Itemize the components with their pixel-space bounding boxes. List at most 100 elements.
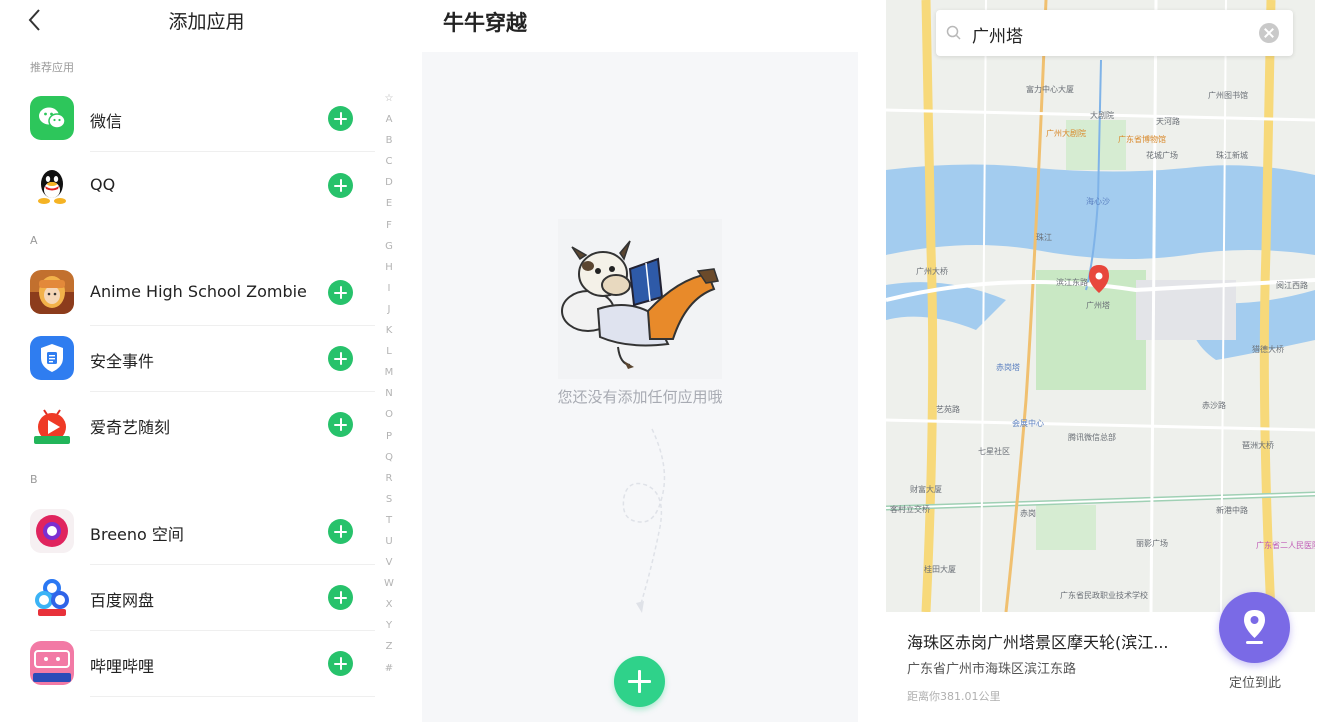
list-item-iqiyi-suike[interactable]: 爱奇艺随刻 bbox=[30, 392, 360, 458]
map-label: 赤岗塔 bbox=[996, 363, 1020, 372]
add-button[interactable] bbox=[328, 651, 353, 676]
bilibili-icon bbox=[30, 641, 74, 685]
map-label: 丽影广场 bbox=[1136, 539, 1168, 548]
index-letter[interactable]: P bbox=[380, 426, 398, 447]
decorative-swirl-line bbox=[622, 428, 666, 613]
app-name: Breeno 空间 bbox=[90, 525, 184, 544]
app-name: Anime High School Zombie bbox=[90, 282, 307, 301]
app-name: 安全事件 bbox=[90, 352, 155, 371]
list-item-baidu-netdisk[interactable]: 百度网盘 bbox=[30, 565, 375, 631]
index-letter[interactable]: X bbox=[380, 594, 398, 615]
anime-game-icon bbox=[30, 270, 74, 314]
index-letter[interactable]: S bbox=[380, 489, 398, 510]
add-app-fab-button[interactable] bbox=[614, 656, 665, 707]
iqiyi-suike-icon bbox=[30, 402, 74, 446]
search-input[interactable]: 广州塔 bbox=[972, 22, 1023, 47]
index-letter[interactable]: U bbox=[380, 531, 398, 552]
list-item-qq[interactable]: QQ bbox=[30, 153, 360, 219]
list-item-security-event[interactable]: 安全事件 bbox=[30, 326, 375, 392]
location-marker-icon bbox=[1244, 610, 1265, 644]
index-letter[interactable]: M bbox=[380, 362, 398, 383]
index-letter[interactable]: Z bbox=[380, 636, 398, 657]
map-search-bar[interactable]: 广州塔 bbox=[936, 10, 1293, 56]
app-name: 哔哩哔哩 bbox=[90, 657, 155, 676]
index-letter[interactable]: L bbox=[380, 341, 398, 362]
map-label: 艺苑路 bbox=[936, 405, 960, 414]
app-name: 百度网盘 bbox=[90, 591, 155, 610]
map-label: 广州图书馆 bbox=[1208, 91, 1248, 100]
clear-icon[interactable] bbox=[1259, 23, 1279, 43]
index-letter[interactable]: O bbox=[380, 404, 398, 425]
map-label: 客村立交桥 bbox=[890, 505, 930, 514]
index-letter[interactable]: F bbox=[380, 215, 398, 236]
add-button[interactable] bbox=[328, 585, 353, 610]
add-button[interactable] bbox=[328, 519, 353, 544]
locate-here-button[interactable] bbox=[1219, 592, 1290, 663]
section-header-b: B bbox=[30, 473, 38, 486]
index-letter[interactable]: R bbox=[380, 468, 398, 489]
add-button[interactable] bbox=[328, 346, 353, 371]
index-letter[interactable]: Q bbox=[380, 447, 398, 468]
index-letter[interactable]: G bbox=[380, 236, 398, 257]
section-header-a: A bbox=[30, 234, 38, 247]
map-panel: 广州塔 海心沙 广州大剧院 广东省博物馆 花城广场 珠江 滨江东路 新港中路 广… bbox=[886, 0, 1329, 722]
list-item-bilibili[interactable]: 哔哩哔哩 bbox=[30, 631, 375, 697]
search-icon bbox=[946, 25, 961, 40]
index-letter[interactable]: C bbox=[380, 151, 398, 172]
map-label: 桂田大厦 bbox=[924, 565, 956, 574]
index-letter[interactable]: J bbox=[380, 299, 398, 320]
map-label: 赤沙路 bbox=[1202, 401, 1226, 410]
map-label: 新港中路 bbox=[1216, 506, 1248, 515]
index-letter[interactable]: V bbox=[380, 552, 398, 573]
empty-state-area: 您还没有添加任何应用哦 bbox=[422, 52, 858, 722]
index-letter[interactable]: B bbox=[380, 130, 398, 151]
map-label: 花城广场 bbox=[1146, 151, 1178, 160]
index-letter[interactable]: # bbox=[380, 658, 398, 679]
index-letter[interactable]: ☆ bbox=[380, 88, 398, 109]
map-label: 广东省博物馆 bbox=[1118, 135, 1166, 144]
index-letter[interactable]: N bbox=[380, 383, 398, 404]
map-label: 腾讯微信总部 bbox=[1068, 433, 1116, 442]
index-letter[interactable]: T bbox=[380, 510, 398, 531]
map-label: 赤岗 bbox=[1020, 509, 1036, 518]
map-label: 猎德大桥 bbox=[1252, 345, 1284, 354]
list-item-breeno[interactable]: Breeno 空间 bbox=[30, 499, 375, 565]
map-label: 珠江 bbox=[1036, 233, 1052, 242]
index-letter[interactable]: A bbox=[380, 109, 398, 130]
index-letter[interactable]: Y bbox=[380, 615, 398, 636]
app-name: QQ bbox=[90, 175, 116, 194]
map-label: 会展中心 bbox=[1012, 419, 1044, 428]
map-label: 七星社区 bbox=[978, 447, 1010, 456]
divider bbox=[90, 696, 375, 697]
map-label: 广州塔 bbox=[1086, 301, 1110, 310]
index-letter[interactable]: H bbox=[380, 257, 398, 278]
qq-icon bbox=[30, 163, 74, 207]
add-button[interactable] bbox=[328, 173, 353, 198]
index-letter[interactable]: D bbox=[380, 172, 398, 193]
index-letter[interactable]: E bbox=[380, 193, 398, 214]
alphabet-index-bar[interactable]: ☆ A B C D E F G H I J K L M N O P Q R S … bbox=[380, 88, 398, 679]
index-letter[interactable]: W bbox=[380, 573, 398, 594]
section-header-recommended: 推荐应用 bbox=[30, 61, 74, 74]
breeno-icon bbox=[30, 509, 74, 553]
place-address: 广东省广州市海珠区滨江东路 bbox=[907, 662, 1077, 677]
place-distance: 距离你381.01公里 bbox=[907, 690, 1001, 703]
map-view[interactable]: 广州塔 海心沙 广州大剧院 广东省博物馆 花城广场 珠江 滨江东路 新港中路 广… bbox=[886, 0, 1315, 612]
index-letter[interactable]: K bbox=[380, 320, 398, 341]
map-label: 阅江西路 bbox=[1276, 281, 1308, 290]
wechat-icon bbox=[30, 96, 74, 140]
map-label: 富力中心大厦 bbox=[1026, 85, 1074, 94]
map-label: 广州大剧院 bbox=[1046, 129, 1086, 138]
list-item-wechat[interactable]: 微信 bbox=[30, 86, 375, 152]
add-button[interactable] bbox=[328, 412, 353, 437]
add-app-panel: 添加应用 推荐应用 微信 QQ A Anime High School Zomb… bbox=[0, 0, 413, 722]
add-button[interactable] bbox=[328, 106, 353, 131]
map-label: 广州大桥 bbox=[916, 267, 948, 276]
baidu-netdisk-icon bbox=[30, 575, 74, 619]
list-item-anime-high-school-zombie[interactable]: Anime High School Zombie bbox=[30, 260, 375, 326]
empty-state-text: 您还没有添加任何应用哦 bbox=[557, 388, 723, 406]
map-label: 海心沙 bbox=[1086, 197, 1110, 206]
index-letter[interactable]: I bbox=[380, 278, 398, 299]
add-button[interactable] bbox=[328, 280, 353, 305]
map-label: 财富大厦 bbox=[910, 485, 942, 494]
